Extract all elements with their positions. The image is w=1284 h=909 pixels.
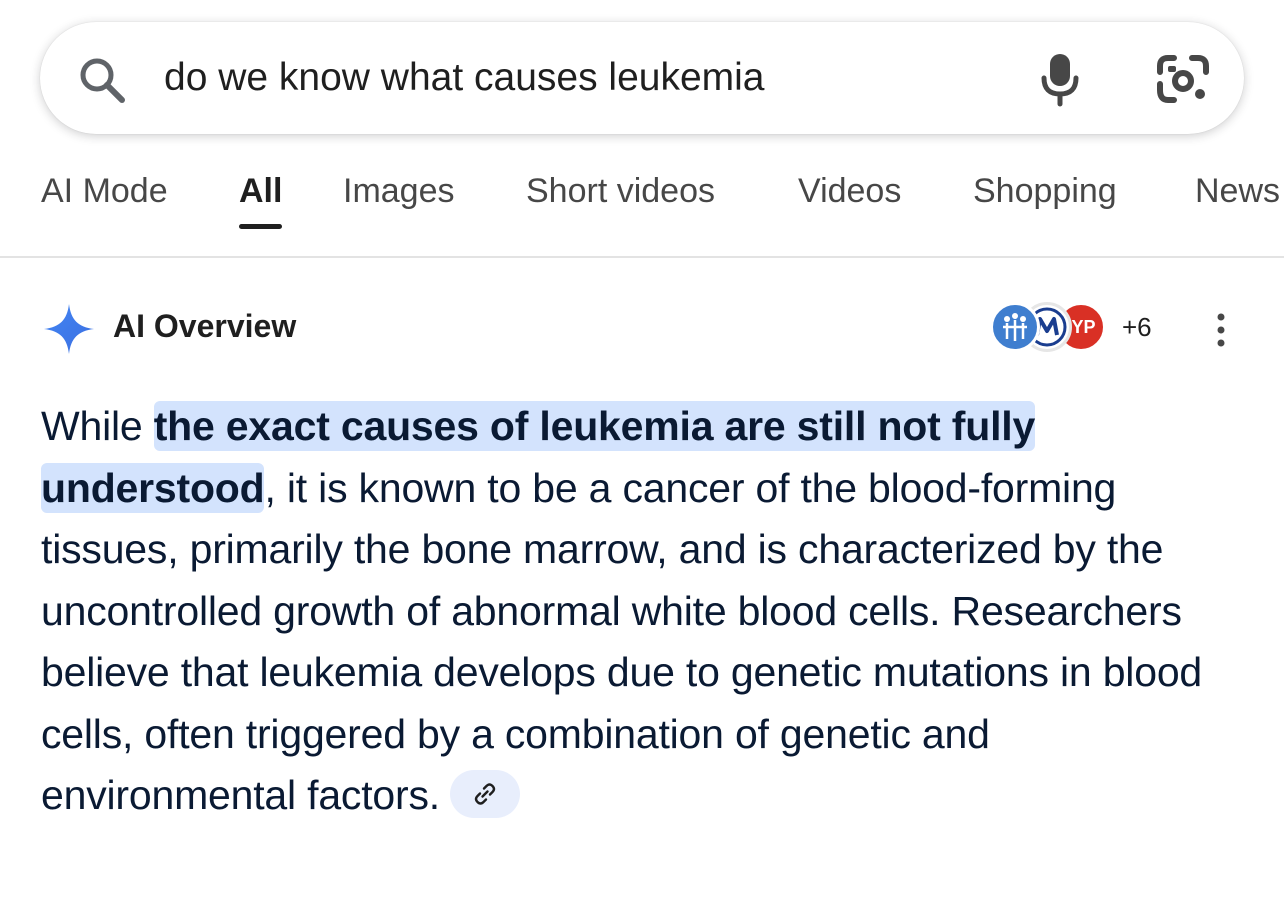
tab-ai-mode[interactable]: AI Mode (41, 172, 168, 211)
active-tab-indicator (239, 224, 282, 229)
tabs-divider (0, 256, 1284, 258)
tab-news[interactable]: News (1195, 172, 1280, 211)
source-avatar[interactable] (990, 302, 1040, 352)
search-input[interactable] (164, 48, 984, 108)
ai-overview-title: AI Overview (113, 308, 297, 344)
search-tabs: AI Mode All Images Short videos Videos S… (0, 156, 1284, 256)
tab-all[interactable]: All (239, 172, 282, 211)
body-intro: While (41, 403, 154, 449)
tab-short-videos[interactable]: Short videos (526, 172, 715, 211)
source-avatars[interactable]: IYP (990, 298, 1120, 358)
body-rest: , it is known to be a cancer of the bloo… (41, 464, 1203, 819)
ai-overview-text: While the exact causes of leukemia are s… (41, 396, 1251, 827)
medical-figures-logo-icon (1003, 313, 1027, 341)
search-icon[interactable] (76, 54, 128, 106)
source-link-button[interactable] (449, 770, 520, 819)
microphone-icon[interactable] (1036, 50, 1084, 108)
link-icon (474, 783, 496, 805)
search-bar[interactable] (40, 22, 1244, 134)
google-lens-icon[interactable] (1154, 52, 1212, 106)
tab-images[interactable]: Images (343, 172, 455, 211)
tab-videos[interactable]: Videos (798, 172, 901, 211)
ai-overview-header: AI Overview IYP +6 (0, 290, 1284, 370)
tab-shopping[interactable]: Shopping (973, 172, 1117, 211)
more-options-icon[interactable] (1206, 310, 1236, 350)
source-count[interactable]: +6 (1122, 312, 1152, 343)
sparkle-icon (44, 304, 94, 354)
